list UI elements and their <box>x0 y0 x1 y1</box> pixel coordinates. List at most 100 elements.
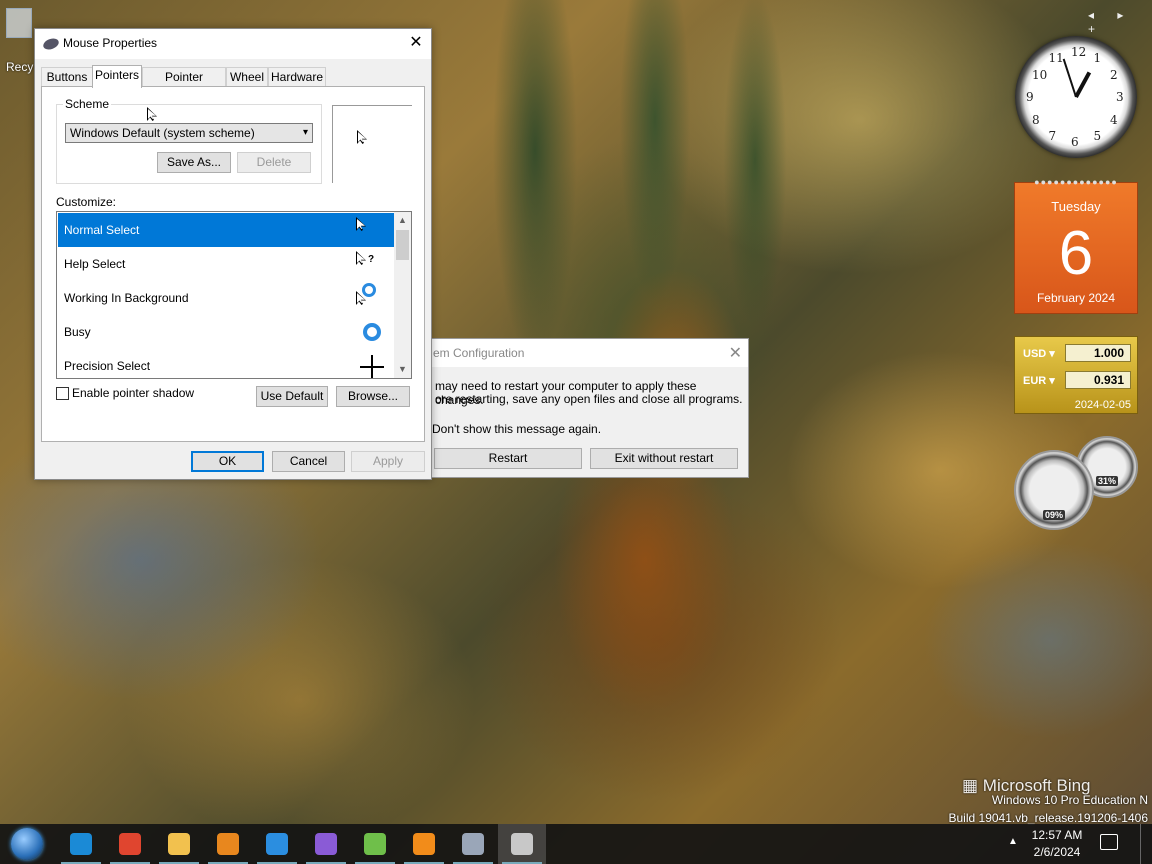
list-item-help-select[interactable]: Help Select ? <box>58 247 394 281</box>
tab-hardware[interactable]: Hardware <box>268 67 326 87</box>
cancel-button[interactable]: Cancel <box>272 451 345 472</box>
scheme-dropdown[interactable]: Windows Default (system scheme) ▾ <box>65 123 313 143</box>
tab-wheel[interactable]: Wheel <box>226 67 268 87</box>
ram-percent: 31% <box>1095 476 1119 486</box>
currency-value-usd[interactable]: 1.000 <box>1065 344 1131 362</box>
mouse-properties-titlebar[interactable]: Mouse Properties ✕ <box>35 29 431 59</box>
busy-ring-icon <box>363 323 381 341</box>
list-item-precision-select[interactable]: Precision Select <box>58 349 394 378</box>
taskbar-date: 2/6/2024 <box>1033 845 1081 859</box>
tab-pointers[interactable]: Pointers <box>92 65 142 88</box>
ok-button[interactable]: OK <box>191 451 264 472</box>
close-button[interactable]: ✕ <box>401 29 431 59</box>
pointer-list[interactable]: Normal Select Help Select ? Working In B… <box>56 211 412 379</box>
arrow-cursor-icon <box>357 130 367 144</box>
help-question-mark: ? <box>368 254 375 265</box>
taskbar-app-system-config[interactable] <box>449 824 497 864</box>
taskbar-app-firefox[interactable] <box>204 824 252 864</box>
system-config-close-button[interactable]: ✕ <box>729 343 742 363</box>
tab-pointer-options[interactable]: Pointer Options <box>142 67 226 102</box>
enable-pointer-shadow-label[interactable]: Enable pointer shadow <box>72 386 194 400</box>
help-cursor-icon <box>356 251 366 265</box>
arrow-cursor-icon <box>356 217 366 231</box>
currency-code-eur[interactable]: EUR ▾ <box>1023 374 1055 387</box>
clock-number: 7 <box>1048 128 1057 143</box>
show-desktop-button[interactable] <box>1140 824 1152 864</box>
taskbar-app-mouse-properties[interactable] <box>498 824 546 864</box>
tab-buttons[interactable]: Buttons <box>41 67 93 87</box>
list-scrollbar[interactable]: ▲ ▼ <box>394 212 411 378</box>
gadget-bar-controls[interactable]: ◂ ▸ + <box>1088 8 1152 36</box>
chrome-icon <box>119 833 141 855</box>
save-as-button[interactable]: Save As... <box>157 152 231 173</box>
pointer-preview <box>332 105 412 183</box>
taskbar-app-vs-code[interactable] <box>253 824 301 864</box>
calendar-day-of-week: Tuesday <box>1051 199 1101 214</box>
os-edition: Windows 10 Pro Education N <box>991 793 1148 807</box>
calendar-rings: ●●●●●●●●●●●●● <box>1034 177 1118 187</box>
windows-version-watermark: Windows 10 Pro Education N Build 19041.v… <box>949 791 1149 827</box>
recycle-bin-label: Recy <box>6 60 34 74</box>
start-button[interactable] <box>2 824 50 864</box>
edge-icon <box>70 833 92 855</box>
calendar-month-year: February 2024 <box>1036 291 1116 305</box>
taskbar-clock[interactable]: 12:57 AM 2/6/2024 <box>1028 827 1086 861</box>
customize-label: Customize: <box>56 195 117 209</box>
currency-gadget: USD ▾ 1.000 EUR ▾ 0.931 2024-02-05 <box>1014 336 1138 414</box>
mouse-properties-icon <box>511 833 533 855</box>
dont-show-again-checkbox-label[interactable]: Don't show this message again. <box>432 422 601 436</box>
list-item-normal-select[interactable]: Normal Select <box>58 213 394 247</box>
action-center-icon[interactable] <box>1100 834 1118 850</box>
restart-button[interactable]: Restart <box>434 448 582 469</box>
search-tool-icon <box>413 833 435 855</box>
taskbar-app-notepad-plus[interactable] <box>351 824 399 864</box>
delete-button[interactable]: Delete <box>237 152 311 173</box>
clock-number: 12 <box>1071 45 1087 59</box>
apply-button[interactable]: Apply <box>351 451 425 472</box>
list-item-working-in-background[interactable]: Working In Background <box>58 281 394 315</box>
scroll-thumb[interactable] <box>396 230 409 260</box>
clock-number: 9 <box>1026 90 1034 104</box>
clock-number: 2 <box>1109 67 1118 82</box>
taskbar-app-file-explorer[interactable] <box>155 824 203 864</box>
browse-button[interactable]: Browse... <box>336 386 410 407</box>
scheme-selected-value: Windows Default (system scheme) <box>70 126 255 140</box>
clock-minute-hand <box>1062 58 1077 98</box>
currency-value-eur[interactable]: 0.931 <box>1065 371 1131 389</box>
exit-without-restart-button[interactable]: Exit without restart <box>590 448 738 469</box>
firefox-icon <box>217 833 239 855</box>
taskbar-app-chrome[interactable] <box>106 824 154 864</box>
clock-number: 4 <box>1109 112 1118 127</box>
visual-studio-icon <box>315 833 337 855</box>
system-config-message-line2: ore restarting, save any open files and … <box>435 392 743 406</box>
currency-code-usd[interactable]: USD ▾ <box>1023 347 1055 360</box>
window-title: Mouse Properties <box>63 36 158 50</box>
scroll-up-icon[interactable]: ▲ <box>394 212 411 229</box>
clock-number: 11 <box>1048 51 1064 66</box>
taskbar-time: 12:57 AM <box>1031 828 1083 842</box>
enable-pointer-shadow-checkbox[interactable] <box>56 387 69 400</box>
crosshair-icon <box>360 355 384 378</box>
scheme-group: Scheme Windows Default (system scheme) ▾… <box>56 97 322 184</box>
spinner-ring-icon <box>362 283 376 297</box>
currency-date: 2024-02-05 <box>1074 399 1131 411</box>
cpu-percent: 09% <box>1042 510 1066 520</box>
system-configuration-dialog: em Configuration ✕ may need to restart y… <box>427 338 749 478</box>
list-item-busy[interactable]: Busy <box>58 315 394 349</box>
use-default-button[interactable]: Use Default <box>256 386 328 407</box>
calendar-day-number: 6 <box>1058 219 1094 288</box>
windows-orb-icon <box>11 828 43 860</box>
clock-number: 3 <box>1116 90 1124 104</box>
clock-gadget: 12 1 2 3 4 5 6 7 8 9 10 11 <box>1015 36 1137 158</box>
clock-number: 1 <box>1093 51 1102 66</box>
clock-number: 5 <box>1093 128 1102 143</box>
system-config-titlebar[interactable]: em Configuration ✕ <box>428 339 748 367</box>
tray-overflow-icon[interactable]: ▲ <box>1008 836 1018 847</box>
clock-hour-hand <box>1074 71 1092 98</box>
taskbar-app-search-tool[interactable] <box>400 824 448 864</box>
taskbar-app-edge[interactable] <box>57 824 105 864</box>
calendar-gadget: ●●●●●●●●●●●●● Tuesday 6 February 2024 <box>1014 177 1138 314</box>
system-config-title: em Configuration <box>433 346 525 360</box>
taskbar-app-visual-studio[interactable] <box>302 824 350 864</box>
scroll-down-icon[interactable]: ▼ <box>394 361 411 378</box>
